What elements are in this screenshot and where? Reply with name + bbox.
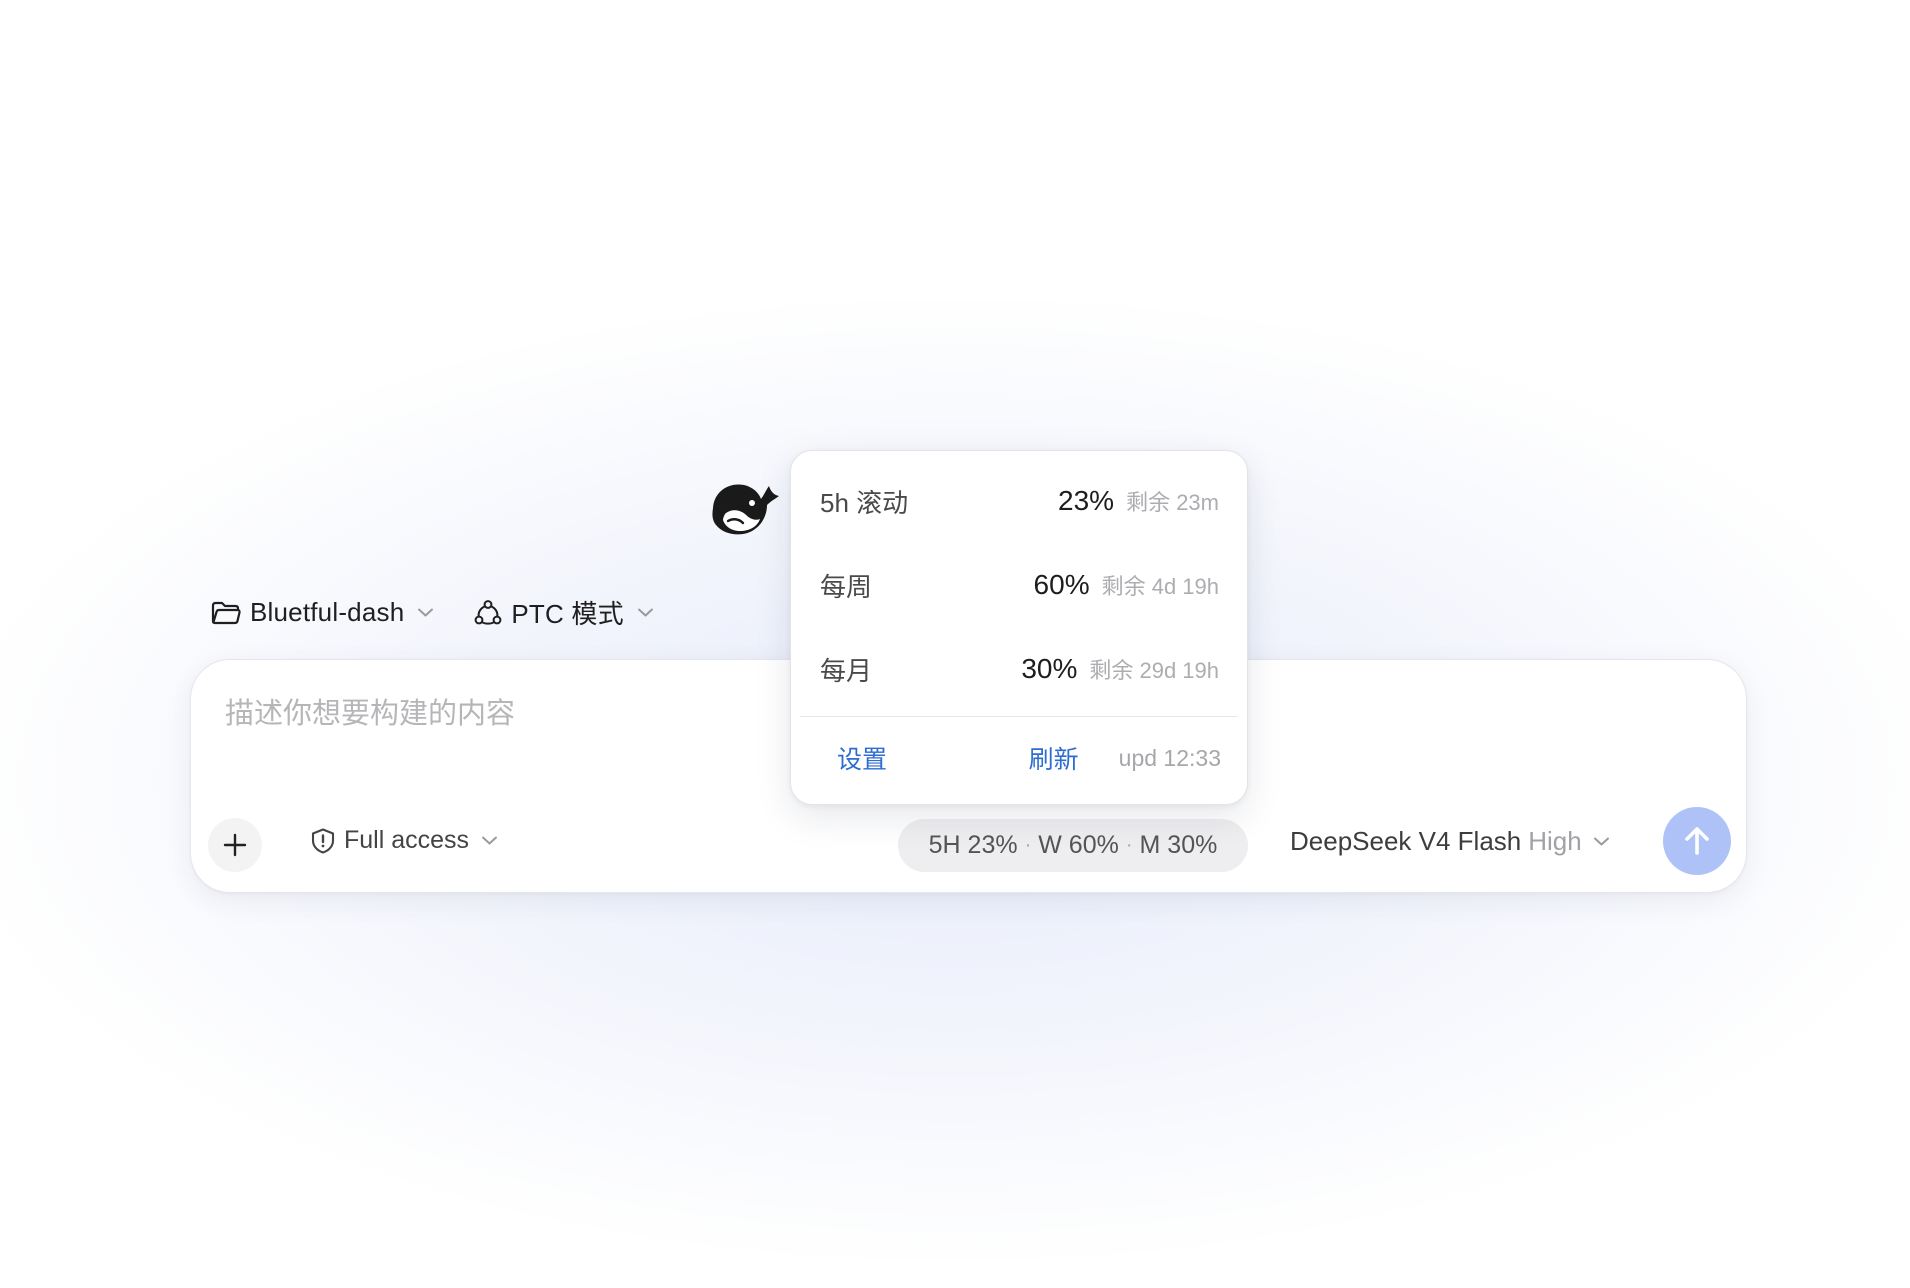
arrow-up-icon	[1685, 827, 1709, 855]
model-name: DeepSeek V4 Flash	[1290, 826, 1522, 856]
model-selector[interactable]: DeepSeek V4 Flash High	[1290, 826, 1610, 857]
send-button[interactable]	[1663, 807, 1731, 875]
plus-icon	[223, 833, 247, 857]
usage-row-label: 5h 滚动	[820, 487, 909, 518]
usage-summary-button[interactable]: 5H 23% · W 60% · M 30%	[898, 819, 1248, 872]
usage-row-remaining: 剩余 23m	[1126, 490, 1219, 515]
chevron-down-icon	[418, 608, 434, 617]
usage-row-percent: 60%	[1033, 569, 1090, 600]
popover-footer: 设置 刷新 upd 12:33	[837, 738, 1221, 778]
usage-separator: ·	[1125, 834, 1133, 856]
chevron-down-icon	[1593, 837, 1609, 846]
project-selector[interactable]: Bluetful-dash	[211, 597, 434, 628]
context-selectors: Bluetful-dash PTC 模式	[211, 594, 654, 631]
usage-row-remaining: 剩余 4d 19h	[1101, 574, 1219, 599]
add-attachment-button[interactable]	[208, 818, 262, 872]
access-selector[interactable]: Full access	[310, 826, 498, 855]
usage-row-remaining: 剩余 29d 19h	[1089, 658, 1219, 683]
usage-row-5h: 5h 滚动 23% 剩余 23m	[820, 481, 1219, 521]
chevron-down-icon	[482, 836, 498, 845]
usage-row-week: 每周 60% 剩余 4d 19h	[820, 565, 1219, 605]
model-reasoning-level: High	[1528, 826, 1582, 856]
folder-icon	[211, 601, 241, 624]
mode-label: PTC 模式	[511, 599, 624, 629]
usage-row-label: 每月	[820, 655, 873, 686]
usage-popover: 5h 滚动 23% 剩余 23m 每周 60% 剩余 4d 19h 每月 30%…	[790, 450, 1248, 805]
usage-row-month: 每月 30% 剩余 29d 19h	[820, 649, 1219, 689]
access-label: Full access	[344, 826, 470, 854]
shield-alert-icon	[311, 827, 335, 854]
mode-selector[interactable]: PTC 模式	[474, 594, 653, 631]
usage-separator: ·	[1024, 834, 1032, 856]
refresh-link[interactable]: 刷新	[1029, 740, 1079, 776]
whale-logo-icon	[712, 484, 779, 535]
settings-link[interactable]: 设置	[837, 740, 887, 776]
chevron-down-icon	[637, 608, 653, 617]
usage-5h: 5H 23%	[928, 831, 1018, 859]
ptc-mode-icon	[474, 599, 502, 625]
popover-divider	[800, 716, 1238, 717]
usage-month: M 30%	[1139, 831, 1218, 859]
usage-row-percent: 23%	[1058, 485, 1115, 516]
usage-row-percent: 30%	[1021, 653, 1078, 684]
project-label: Bluetful-dash	[250, 597, 405, 627]
updated-time: upd 12:33	[1118, 744, 1221, 771]
usage-week: W 60%	[1038, 831, 1119, 859]
usage-row-label: 每周	[820, 571, 873, 602]
